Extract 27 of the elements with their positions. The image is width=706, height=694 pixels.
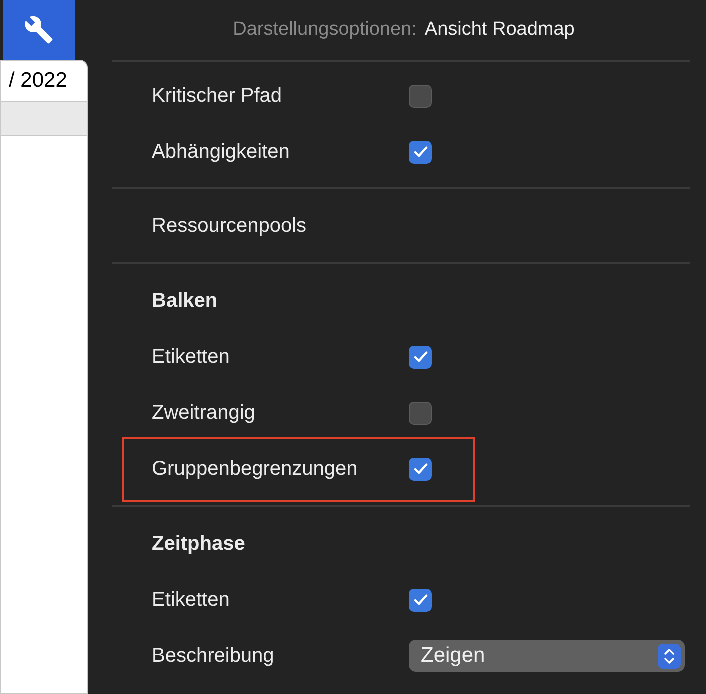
checkbox[interactable] [409, 588, 432, 612]
inspector-title-label: Darstellungsoptionen: [233, 18, 417, 42]
option-label: Etiketten [152, 345, 231, 370]
checkbox[interactable] [409, 458, 432, 480]
option-label: Kritischer Pfad [152, 84, 284, 109]
wrench-icon [24, 15, 54, 45]
checkbox[interactable] [409, 84, 432, 108]
checkmark-icon [414, 146, 428, 158]
option-label: Abhängigkeiten [152, 140, 291, 165]
checkmark-icon [414, 463, 428, 475]
inspector-title: Ansicht Roadmap [424, 18, 575, 42]
dropdown[interactable]: Zeigen [409, 640, 685, 672]
option-label: Zweitrangig [152, 401, 256, 426]
date-label: / 2022 [9, 68, 68, 94]
checkbox[interactable] [409, 402, 432, 424]
option-label[interactable]: Ressourcenpools [152, 211, 307, 241]
option-label: Beschreibung [152, 644, 276, 669]
checkbox[interactable] [409, 346, 432, 368]
checkmark-icon [414, 351, 428, 363]
option-label: Gruppenbegrenzungen [152, 457, 359, 482]
checkbox[interactable] [409, 140, 432, 164]
checkmark-icon [414, 594, 428, 606]
settings-button[interactable] [3, 0, 75, 60]
section-heading: Balken [152, 289, 218, 314]
stepper-icon [658, 644, 681, 668]
section-heading: Zeitphase [152, 532, 246, 557]
option-label: Etiketten [152, 588, 231, 613]
